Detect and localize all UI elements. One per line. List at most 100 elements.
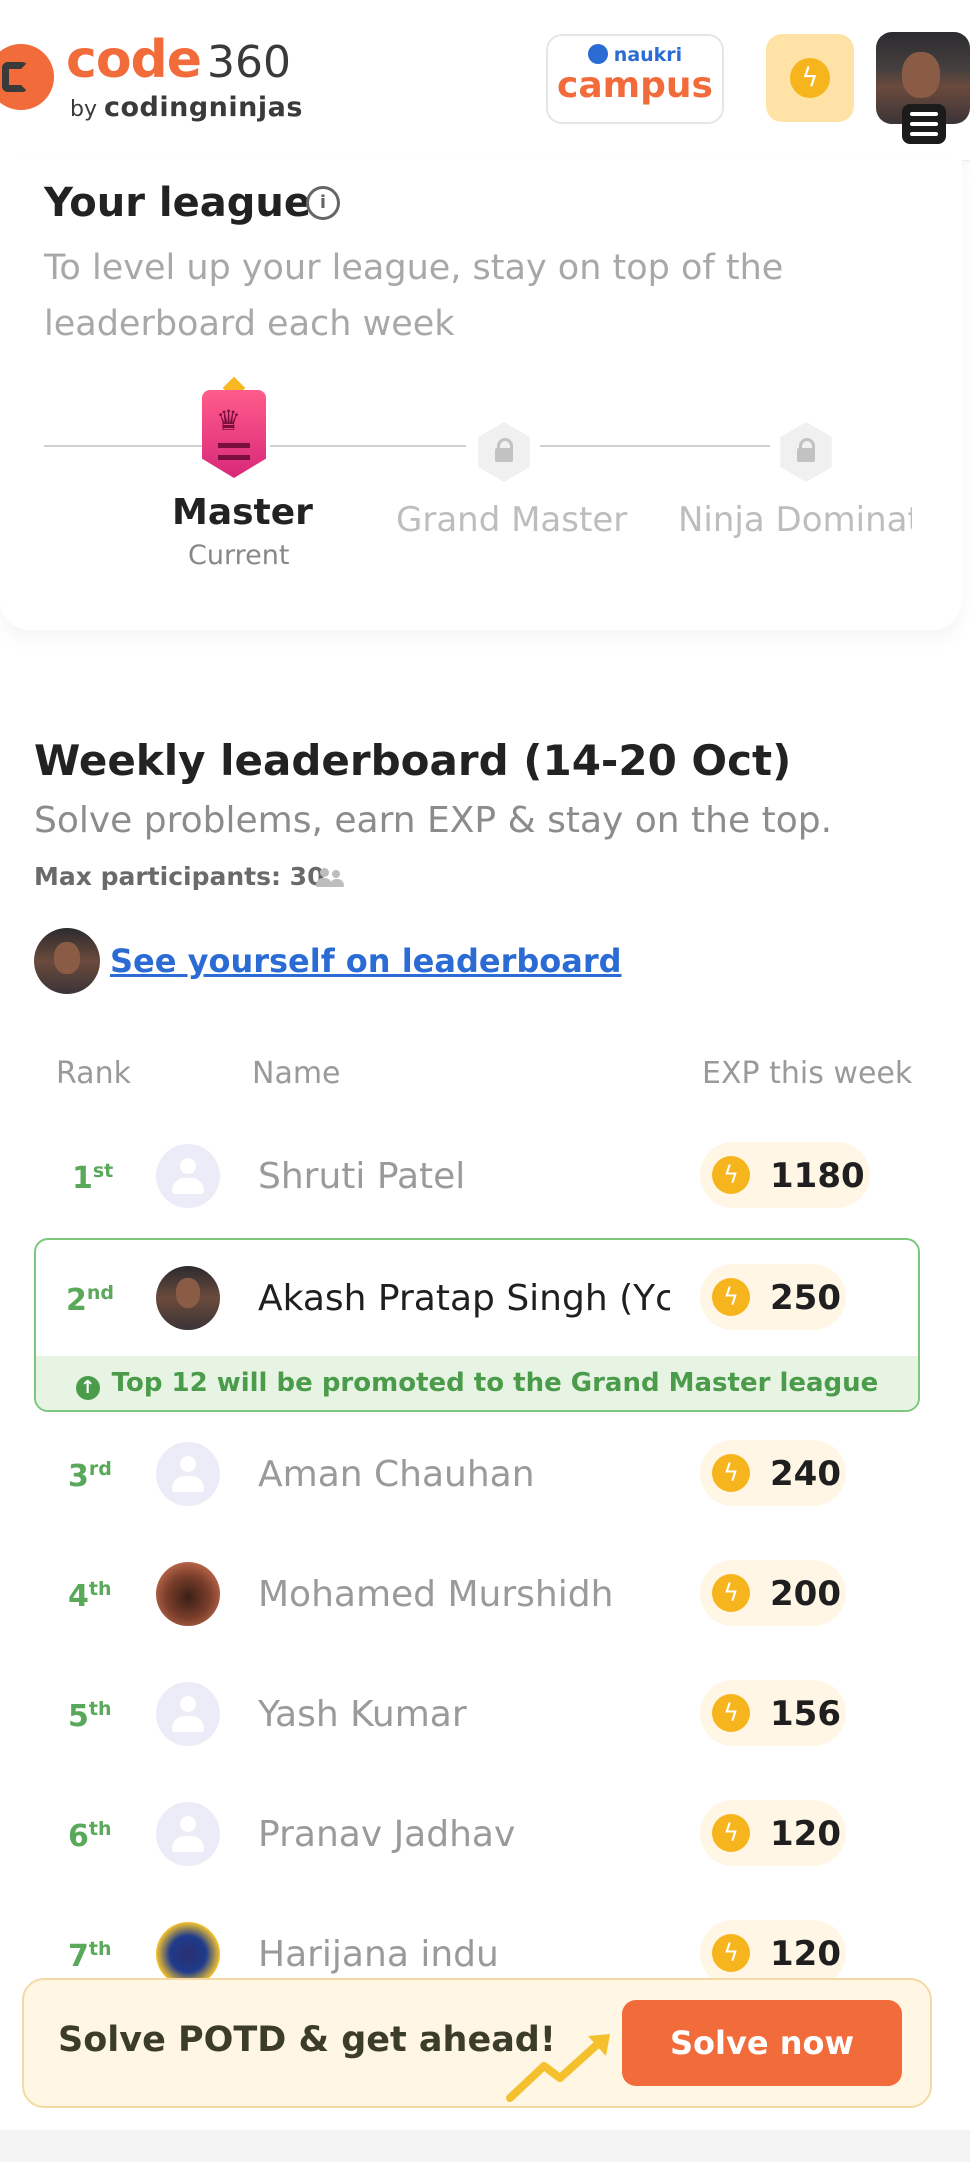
exp-value: 156 (770, 1694, 841, 1734)
logo-by-text: by (70, 97, 97, 122)
user-placeholder-icon (156, 1442, 220, 1506)
promotion-text: Top 12 will be promoted to the Grand Mas… (111, 1368, 879, 1398)
rank-number: 2 (66, 1283, 87, 1318)
rank-number: 4 (68, 1579, 89, 1614)
lightning-icon: ϟ (712, 1814, 750, 1852)
rank-number: 6 (68, 1819, 89, 1854)
naukri-text: naukri (613, 44, 683, 66)
exp-pill: ϟ 120 (700, 1920, 846, 1986)
weekly-leaderboard-subtitle: Solve problems, earn EXP & stay on the t… (34, 800, 833, 841)
info-icon[interactable]: i (306, 186, 340, 220)
lightning-icon: ϟ (712, 1934, 750, 1972)
league-level-grand-master: Grand Master (396, 500, 628, 540)
exp-value: 240 (770, 1454, 841, 1494)
user-name: Yash Kumar (258, 1694, 467, 1735)
promotion-banner: ↑ Top 12 will be promoted to the Grand Ma… (36, 1356, 918, 1410)
league-track-line (44, 445, 204, 447)
people-icon (316, 866, 346, 890)
rank-number: 3 (68, 1459, 89, 1494)
campus-label: campus (557, 65, 713, 106)
my-avatar (34, 928, 100, 994)
logo-brand-text: codingninjas (103, 92, 303, 123)
potd-cta-text: Solve POTD & get ahead! (58, 2020, 556, 2060)
lightning-icon: ϟ (712, 1574, 750, 1612)
leaderboard-row[interactable]: 1st Shruti Patel ϟ 1180 (0, 1124, 970, 1234)
see-yourself-link[interactable]: See yourself on leaderboard (110, 942, 622, 980)
rank-suffix: th (88, 1698, 112, 1720)
exp-button[interactable]: ϟ (766, 34, 854, 122)
app-header: code 360 by codingninjas naukri campus ϟ (0, 0, 970, 161)
rank-suffix: th (88, 1578, 112, 1600)
league-track-line (540, 445, 770, 447)
potd-cta-banner: Solve POTD & get ahead! Solve now (22, 1978, 932, 2108)
rank-suffix: nd (86, 1282, 115, 1304)
league-card (0, 160, 962, 630)
rank-suffix: rd (88, 1458, 112, 1480)
code360-logo[interactable]: code 360 (66, 30, 291, 90)
naukri-label: naukri (548, 44, 722, 66)
exp-pill: ϟ 1180 (700, 1142, 870, 1208)
exp-value: 120 (770, 1934, 841, 1974)
column-rank: Rank (56, 1056, 131, 1091)
user-avatar (156, 1266, 220, 1330)
leaderboard-row[interactable]: 6th Pranav Jadhav ϟ 120 (0, 1782, 970, 1892)
league-track-line (270, 445, 466, 447)
exp-value: 120 (770, 1814, 841, 1854)
exp-pill: ϟ 240 (700, 1440, 846, 1506)
exp-value: 1180 (770, 1156, 865, 1196)
user-name: Akash Pratap Singh (Yc (258, 1278, 670, 1319)
solve-now-button[interactable]: Solve now (622, 2000, 902, 2086)
lightning-icon: ϟ (712, 1694, 750, 1732)
user-name: Pranav Jadhav (258, 1814, 516, 1855)
logo-byline: by codingninjas (70, 92, 303, 123)
leaderboard-row[interactable]: 4th Mohamed Murshidh ϟ 200 (0, 1542, 970, 1652)
user-avatar (156, 1922, 220, 1986)
exp-pill: ϟ 250 (700, 1264, 846, 1330)
hamburger-menu-icon[interactable] (902, 104, 946, 144)
column-name: Name (252, 1056, 341, 1091)
rank-suffix: st (92, 1160, 114, 1182)
column-exp: EXP this week (702, 1056, 913, 1091)
lightning-icon: ϟ (712, 1278, 750, 1316)
naukri-icon (587, 44, 608, 64)
lightning-icon: ϟ (712, 1156, 750, 1194)
rank-number: 5 (68, 1699, 89, 1734)
rank-label: 3rd (68, 1458, 112, 1494)
rank-number: 7 (68, 1939, 89, 1974)
user-name: Mohamed Murshidh (258, 1574, 614, 1615)
league-subtitle: To level up your league, stay on top of … (44, 248, 784, 344)
rank-label: 1st (72, 1160, 113, 1196)
user-avatar (156, 1562, 220, 1626)
user-name: Shruti Patel (258, 1156, 466, 1197)
league-level-status: Current (188, 540, 290, 571)
exp-value: 250 (770, 1278, 841, 1318)
bottom-bar (0, 2130, 970, 2162)
rank-number: 1 (72, 1161, 93, 1196)
exp-value: 200 (770, 1574, 841, 1614)
naukri-campus-button[interactable]: naukri campus (546, 34, 724, 124)
league-level-ninja-dominator: Ninja Dominator (678, 500, 912, 540)
max-participants: Max participants: 30 (34, 862, 325, 891)
code360-logo-icon[interactable] (0, 44, 54, 110)
weekly-leaderboard-title: Weekly leaderboard (14-20 Oct) (34, 736, 792, 785)
league-title: Your league (44, 180, 311, 226)
user-name: Aman Chauhan (258, 1454, 535, 1495)
leaderboard-row[interactable]: 3rd Aman Chauhan ϟ 240 (0, 1422, 970, 1532)
exp-pill: ϟ 156 (700, 1680, 846, 1746)
leaderboard-row[interactable]: 5th Yash Kumar ϟ 156 (0, 1662, 970, 1772)
leaderboard-row-me[interactable]: 2nd Akash Pratap Singh (Yc ϟ 250 (0, 1246, 970, 1356)
lightning-icon: ϟ (712, 1454, 750, 1492)
rank-suffix: th (88, 1938, 112, 1960)
rank-label: 2nd (66, 1282, 114, 1318)
trend-arrow-icon (506, 2034, 610, 2102)
rank-label: 4th (68, 1578, 111, 1614)
lightning-icon: ϟ (790, 58, 830, 98)
rank-label: 7th (68, 1938, 111, 1974)
arrow-up-icon: ↑ (75, 1376, 100, 1400)
logo-code-text: code (66, 30, 202, 90)
user-placeholder-icon (156, 1682, 220, 1746)
rank-label: 6th (68, 1818, 111, 1854)
logo-360-text: 360 (207, 37, 292, 88)
rank-suffix: th (88, 1818, 112, 1840)
league-level-master: Master (172, 492, 313, 533)
